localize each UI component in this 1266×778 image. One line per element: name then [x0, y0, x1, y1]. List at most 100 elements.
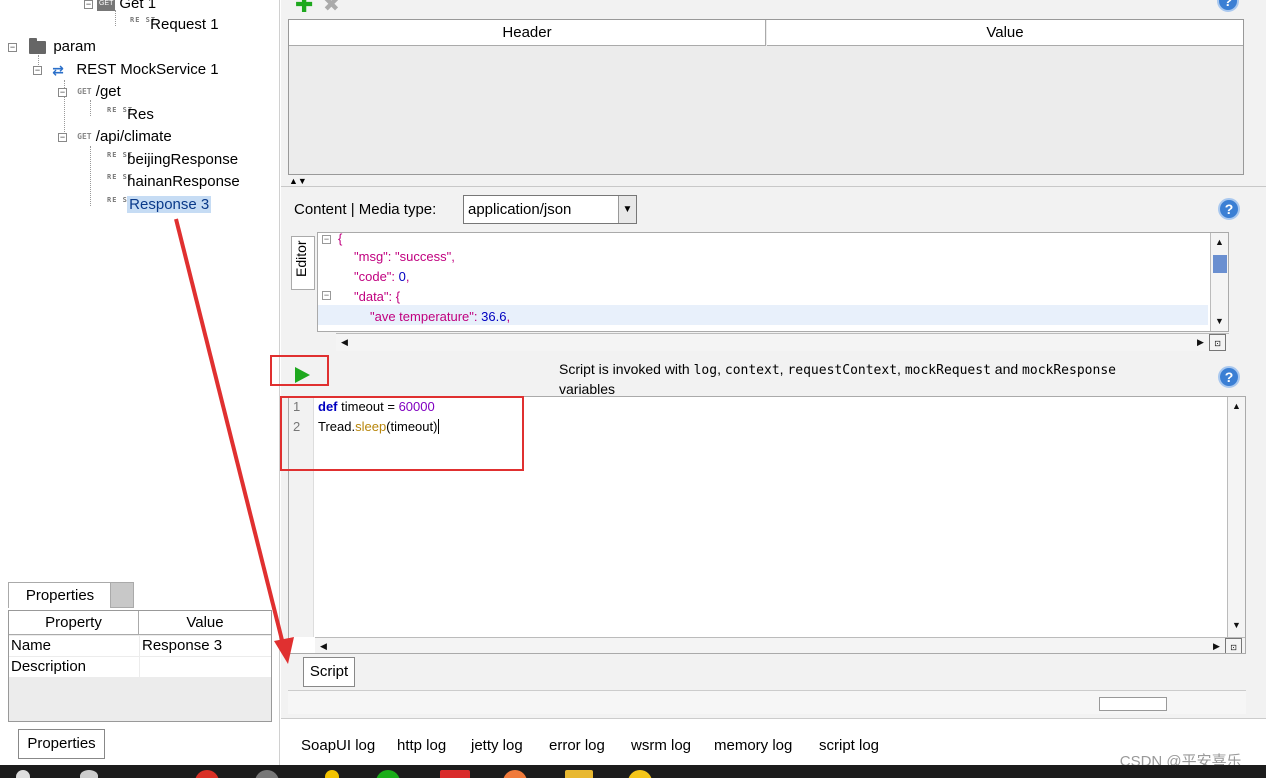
- response-content-editor[interactable]: − − { "msg": "success", "code": 0, "data…: [317, 232, 1229, 332]
- info-text: and: [994, 361, 1019, 377]
- tab-jetty-log[interactable]: jetty log: [471, 737, 523, 754]
- content-label: Content | Media type:: [294, 201, 437, 218]
- rest-response-icon: RE ST: [107, 106, 134, 115]
- rest-request-icon: RE ST: [130, 16, 157, 25]
- scroll-right-icon[interactable]: ▶: [1208, 638, 1225, 653]
- tree-label: Request 1: [150, 16, 219, 33]
- collapse-icon[interactable]: −: [58, 88, 67, 97]
- tree-item-mock-service[interactable]: − ⇄ REST MockService 1: [33, 59, 219, 81]
- property-value-cell[interactable]: Response 3: [140, 636, 271, 656]
- get-method-icon: GET: [77, 87, 92, 97]
- app-icon[interactable]: [195, 770, 219, 778]
- tab-secondary[interactable]: [110, 582, 134, 608]
- tree-item-res[interactable]: RE ST Res: [107, 104, 154, 126]
- scroll-left-icon[interactable]: ◀: [336, 334, 353, 351]
- headers-table: Header Value: [288, 19, 1244, 175]
- app-icon[interactable]: [440, 770, 470, 778]
- tree-item-request1[interactable]: RE ST Request 1: [130, 14, 219, 36]
- tree-label: param: [53, 38, 96, 55]
- json-punct: ,: [405, 269, 410, 284]
- tree-item-beijing[interactable]: RE ST beijingResponse: [107, 149, 238, 171]
- scroll-left-icon[interactable]: ◀: [315, 638, 332, 653]
- collapse-icon[interactable]: −: [33, 66, 42, 75]
- zoom-icon[interactable]: ⊡: [1225, 638, 1242, 653]
- tree-connector: [90, 146, 91, 206]
- help-icon[interactable]: ?: [1218, 198, 1240, 220]
- tab-editor-label: Editor: [293, 240, 309, 277]
- tree-item-path-climate[interactable]: − GET /api/climate: [58, 126, 172, 148]
- tree-label: hainanResponse: [127, 173, 240, 190]
- tab-script-log[interactable]: script log: [819, 737, 879, 754]
- vertical-scrollbar[interactable]: ▲ ▼: [1210, 233, 1228, 331]
- app-icon[interactable]: [503, 770, 527, 778]
- run-script-icon[interactable]: [295, 367, 310, 383]
- column-header-header[interactable]: Header: [289, 20, 766, 46]
- media-type-value: application/json: [468, 201, 572, 218]
- column-header-value[interactable]: Value: [767, 20, 1243, 46]
- tree-item-response3[interactable]: RE ST Response 3: [107, 194, 212, 216]
- wechat-icon[interactable]: [376, 770, 400, 778]
- json-value: 36.6: [481, 309, 507, 324]
- collapse-icon[interactable]: −: [8, 43, 17, 52]
- tree-label: /api/climate: [95, 128, 172, 145]
- tree-label: Res: [127, 106, 154, 123]
- code-line: "data": {: [354, 289, 401, 304]
- tree-label: /get: [95, 83, 121, 100]
- tab-memory-log[interactable]: memory log: [714, 737, 792, 754]
- json-punct: ,: [451, 249, 455, 264]
- folder-icon[interactable]: [565, 770, 593, 778]
- tree-item-param[interactable]: − param: [8, 36, 96, 58]
- media-type-select[interactable]: application/json ▼: [463, 195, 637, 224]
- app-icon[interactable]: [255, 770, 279, 778]
- tab-http-log[interactable]: http log: [397, 737, 446, 754]
- fold-icon[interactable]: −: [322, 235, 331, 244]
- mock-response-editor: ✚ ✖ ? Header Value ▲▼ Content | Media ty…: [270, 0, 1266, 765]
- properties-button[interactable]: Properties: [18, 729, 105, 759]
- collapse-icon[interactable]: −: [58, 133, 67, 142]
- scroll-down-icon[interactable]: ▼: [1211, 313, 1228, 330]
- rest-response-icon: RE ST: [107, 173, 134, 182]
- horizontal-scrollbar[interactable]: ◀ ▶ ⊡: [336, 333, 1229, 351]
- scroll-down-icon[interactable]: ▼: [1228, 617, 1245, 634]
- property-value-cell[interactable]: [140, 657, 271, 677]
- scroll-thumb[interactable]: [1213, 255, 1227, 273]
- code-line: "msg": "success",: [354, 249, 455, 264]
- zoom-icon[interactable]: ⊡: [1209, 334, 1226, 351]
- fold-icon[interactable]: −: [322, 291, 331, 300]
- folder-icon: [29, 37, 47, 54]
- start-icon[interactable]: [16, 770, 30, 778]
- app-icon[interactable]: [628, 770, 652, 778]
- scroll-up-icon[interactable]: ▲: [1211, 234, 1228, 251]
- splitter-arrows-icon[interactable]: ▲▼: [289, 176, 307, 186]
- help-icon[interactable]: ?: [1218, 366, 1240, 388]
- tree-item-get1[interactable]: − GET Get 1: [84, 0, 156, 15]
- tab-script[interactable]: Script: [303, 657, 355, 687]
- tab-wsrm-log[interactable]: wsrm log: [631, 737, 691, 754]
- vertical-scrollbar[interactable]: ▲ ▼: [1227, 397, 1245, 637]
- column-header-property[interactable]: Property: [9, 611, 139, 635]
- scroll-up-icon[interactable]: ▲: [1228, 398, 1245, 415]
- tab-properties[interactable]: Properties: [8, 582, 112, 608]
- collapse-icon[interactable]: −: [84, 0, 93, 9]
- search-icon[interactable]: [80, 770, 98, 778]
- horizontal-scrollbar[interactable]: ◀ ▶ ⊡: [315, 637, 1245, 653]
- chevron-down-icon[interactable]: ▼: [618, 196, 636, 223]
- properties-panel: Properties Property Value Name Response …: [6, 582, 272, 724]
- highlight-box-script: [280, 396, 524, 471]
- scroll-right-icon[interactable]: ▶: [1192, 334, 1209, 351]
- property-name-cell[interactable]: Name: [9, 636, 139, 656]
- add-header-icon[interactable]: ✚: [295, 0, 313, 18]
- property-name-cell[interactable]: Description: [9, 657, 139, 677]
- tab-editor[interactable]: Editor: [291, 236, 315, 290]
- tree-item-path-get[interactable]: − GET /get: [58, 81, 121, 103]
- tree-item-hainan[interactable]: RE ST hainanResponse: [107, 171, 240, 193]
- tab-soapui-log[interactable]: SoapUI log: [301, 737, 375, 754]
- column-header-value[interactable]: Value: [139, 611, 271, 635]
- tab-error-log[interactable]: error log: [549, 737, 605, 754]
- json-key: "ave temperature": [370, 309, 474, 324]
- json-value: {: [395, 289, 401, 304]
- json-punct: ,: [506, 309, 511, 324]
- remove-header-icon[interactable]: ✖: [323, 0, 340, 17]
- app-icon[interactable]: [325, 770, 339, 778]
- help-icon[interactable]: ?: [1217, 0, 1239, 12]
